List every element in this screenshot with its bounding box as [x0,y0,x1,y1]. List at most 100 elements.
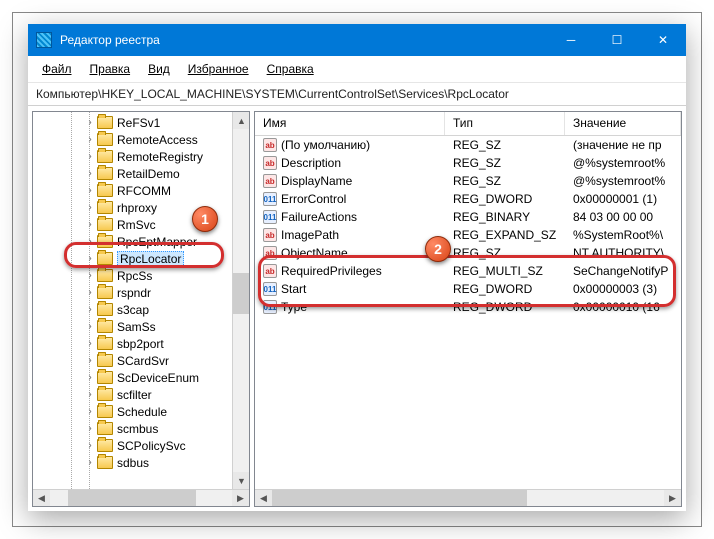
expand-icon[interactable]: › [85,373,95,383]
folder-icon [97,252,113,265]
tree-item-label: scmbus [117,422,158,436]
list-panel: Имя Тип Значение ab(По умолчанию)REG_SZ(… [254,111,682,507]
value-name: Start [281,282,306,296]
list-row[interactable]: 011FailureActionsREG_BINARY84 03 00 00 0… [255,208,681,226]
menu-edit[interactable]: Правка [82,60,139,78]
menu-file[interactable]: Файл [34,60,80,78]
registry-editor-window: Редактор реестра ─ ☐ ✕ Файл Правка Вид И… [28,24,686,511]
expand-icon[interactable]: › [85,441,95,451]
tree-item[interactable]: ›SamSs [33,318,232,335]
expand-icon[interactable]: › [85,254,95,264]
value-data: 0x00000003 (3) [565,282,681,296]
folder-icon [97,439,113,452]
expand-icon[interactable]: › [85,390,95,400]
list-row[interactable]: abRequiredPrivilegesREG_MULTI_SZSeChange… [255,262,681,280]
list-row[interactable]: abDisplayNameREG_SZ@%systemroot% [255,172,681,190]
tree-item[interactable]: ›ScDeviceEnum [33,369,232,386]
tree-item[interactable]: › RpcSs [33,267,232,284]
maximize-button[interactable]: ☐ [594,24,640,56]
tree-item[interactable]: ›s3cap [33,301,232,318]
scroll-right-icon[interactable]: ▶ [232,490,249,507]
tree-item[interactable]: › sbp2port [33,335,232,352]
column-name[interactable]: Имя [255,112,445,135]
value-name: RequiredPrivileges [281,264,382,278]
value-data: %SystemRoot%\ [565,228,681,242]
list-hscrollbar[interactable]: ◀ ▶ [255,489,681,506]
reg-string-icon: ab [263,138,277,152]
reg-binary-icon: 011 [263,300,277,314]
column-type[interactable]: Тип [445,112,565,135]
close-button[interactable]: ✕ [640,24,686,56]
tree-item[interactable]: ›RpcEptMapper [33,233,232,250]
tree-item[interactable]: ›RFCOMM [33,182,232,199]
app-icon [36,32,52,48]
expand-icon[interactable]: › [85,458,95,468]
tree-item-label: RpcSs [117,269,152,283]
scroll-up-icon[interactable]: ▲ [233,112,249,129]
menu-help[interactable]: Справка [259,60,322,78]
tree-item-label: ReFSv1 [117,116,160,130]
titlebar[interactable]: Редактор реестра ─ ☐ ✕ [28,24,686,56]
scroll-left-icon[interactable]: ◀ [255,490,272,507]
tree-item[interactable]: ›RmSvc [33,216,232,233]
expand-icon[interactable]: › [85,186,95,196]
tree-item[interactable]: ›RpcLocator [33,250,232,267]
minimize-button[interactable]: ─ [548,24,594,56]
folder-icon [97,456,113,469]
list-row[interactable]: 011ErrorControlREG_DWORD0x00000001 (1) [255,190,681,208]
tree-item[interactable]: ›sdbus [33,454,232,471]
expand-icon[interactable]: › [85,288,95,298]
list-row[interactable]: abImagePathREG_EXPAND_SZ%SystemRoot%\ [255,226,681,244]
column-value[interactable]: Значение [565,112,681,135]
expand-icon[interactable]: › [85,305,95,315]
expand-icon[interactable]: › [85,322,95,332]
tree-item[interactable]: ›SCPolicySvc [33,437,232,454]
tree-item[interactable]: › scmbus [33,420,232,437]
tree-item[interactable]: › RemoteAccess [33,131,232,148]
list-row[interactable]: abObjectNameREG_SZNT AUTHORITY\ [255,244,681,262]
expand-icon[interactable]: › [85,203,95,213]
value-data: NT AUTHORITY\ [565,246,681,260]
value-name: FailureActions [281,210,357,224]
address-bar[interactable]: Компьютер\HKEY_LOCAL_MACHINE\SYSTEM\Curr… [28,83,686,106]
expand-icon[interactable]: › [85,424,95,434]
value-data: SeChangeNotifyP [565,264,681,278]
tree-vscrollbar[interactable]: ▲ ▼ [232,112,249,489]
expand-icon[interactable]: › [85,135,95,145]
folder-icon [97,286,113,299]
expand-icon[interactable]: › [85,271,95,281]
list-row[interactable]: 011StartREG_DWORD0x00000003 (3) [255,280,681,298]
expand-icon[interactable]: › [85,237,95,247]
folder-icon [97,150,113,163]
scroll-down-icon[interactable]: ▼ [233,472,249,489]
tree-item[interactable]: ›RetailDemo [33,165,232,182]
tree-hscrollbar[interactable]: ◀ ▶ [33,489,249,506]
list-row[interactable]: 011TypeREG_DWORD0x00000010 (16 [255,298,681,316]
tree-item[interactable]: ›scfilter [33,386,232,403]
expand-icon[interactable]: › [85,356,95,366]
scroll-right-icon[interactable]: ▶ [664,490,681,507]
tree-item-label: RemoteAccess [117,133,198,147]
expand-icon[interactable]: › [85,118,95,128]
menu-view[interactable]: Вид [140,60,178,78]
tree-item[interactable]: ›RemoteRegistry [33,148,232,165]
value-name: ObjectName [281,246,348,260]
folder-icon [97,354,113,367]
folder-icon [97,388,113,401]
menu-favorites[interactable]: Избранное [180,60,257,78]
scroll-left-icon[interactable]: ◀ [33,490,50,507]
tree-panel: › ReFSv1 › RemoteAccess›RemoteRegistry›Reta… [32,111,250,507]
expand-icon[interactable]: › [85,220,95,230]
expand-icon[interactable]: › [85,339,95,349]
list-row[interactable]: ab(По умолчанию)REG_SZ(значение не пр [255,136,681,154]
expand-icon[interactable]: › [85,407,95,417]
tree-item[interactable]: ›Schedule [33,403,232,420]
expand-icon[interactable]: › [85,152,95,162]
tree-item[interactable]: › ReFSv1 [33,114,232,131]
tree-item[interactable]: ›rspndr [33,284,232,301]
tree-item-label: sbp2port [117,337,164,351]
expand-icon[interactable]: › [85,169,95,179]
list-row[interactable]: abDescriptionREG_SZ@%systemroot% [255,154,681,172]
tree-item[interactable]: ›SCardSvr [33,352,232,369]
tree-item[interactable]: ›rhproxy [33,199,232,216]
